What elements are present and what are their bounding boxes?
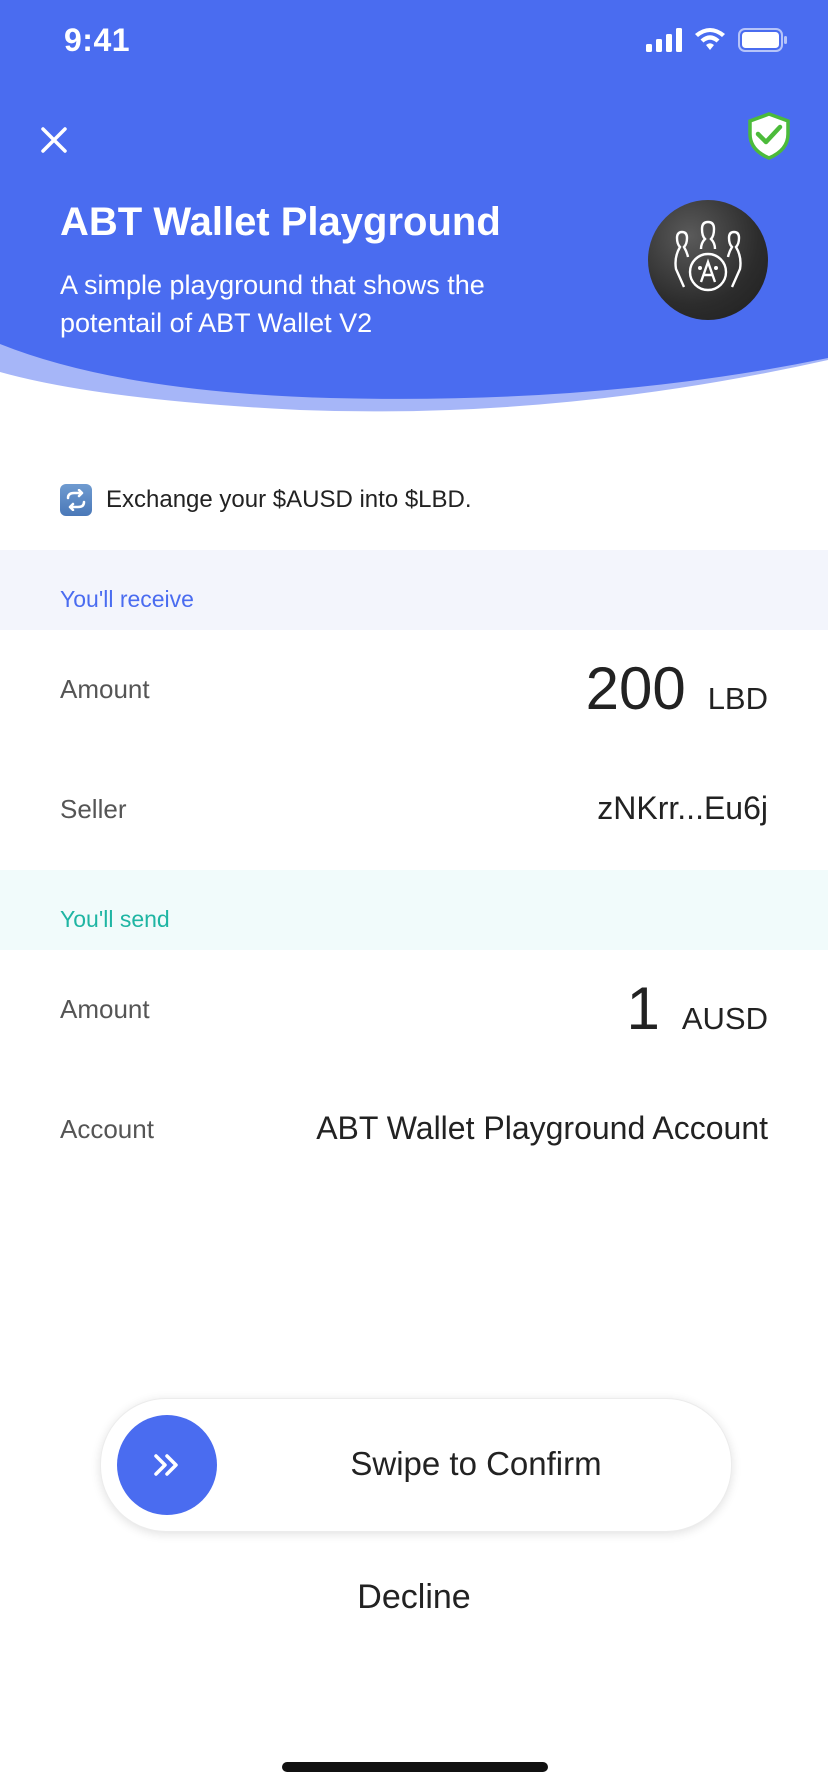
send-amount-label: Amount bbox=[60, 994, 150, 1024]
account-label: Account bbox=[60, 1114, 154, 1144]
seller-row: Seller zNKrr...Eu6j bbox=[0, 760, 828, 860]
receive-amount-row: Amount 200 LBD bbox=[0, 640, 828, 740]
swipe-to-confirm-slider[interactable]: Swipe to Confirm bbox=[100, 1398, 732, 1532]
send-amount-row: Amount 1 AUSD bbox=[0, 960, 828, 1060]
send-amount-unit: AUSD bbox=[681, 1001, 768, 1036]
send-amount-number: 1 bbox=[626, 975, 660, 1042]
shield-check-icon bbox=[748, 112, 790, 160]
decline-button[interactable]: Decline bbox=[0, 1578, 828, 1617]
receive-amount-value: 200 LBD bbox=[586, 654, 768, 723]
status-icons bbox=[646, 28, 788, 52]
account-value: ABT Wallet Playground Account bbox=[316, 1110, 768, 1146]
exchange-info: Exchange your $AUSD into $LBD. bbox=[60, 484, 472, 516]
receive-section-label: You'll receive bbox=[60, 586, 194, 612]
exchange-arrows-icon bbox=[60, 484, 92, 516]
seller-value: zNKrr...Eu6j bbox=[597, 790, 768, 826]
exchange-text: Exchange your $AUSD into $LBD. bbox=[106, 486, 472, 513]
account-row: Account ABT Wallet Playground Account bbox=[0, 1080, 828, 1180]
double-chevron-right-icon bbox=[154, 1454, 178, 1476]
swipe-label: Swipe to Confirm bbox=[350, 1445, 602, 1482]
receive-amount-unit: LBD bbox=[707, 681, 768, 716]
swipe-handle[interactable] bbox=[117, 1415, 217, 1515]
close-icon bbox=[41, 127, 67, 153]
send-amount-value: 1 AUSD bbox=[626, 974, 768, 1043]
home-indicator bbox=[282, 1762, 548, 1772]
receive-section-header: You'll receive bbox=[0, 550, 828, 630]
app-logo bbox=[648, 200, 768, 320]
header: 9:41 ABT Wallet Playground A simple play… bbox=[0, 0, 828, 440]
close-button[interactable] bbox=[30, 116, 78, 164]
receive-amount-label: Amount bbox=[60, 674, 150, 704]
seller-label: Seller bbox=[60, 794, 127, 824]
app-title: ABT Wallet Playground bbox=[60, 200, 501, 244]
receive-amount-number: 200 bbox=[585, 655, 686, 722]
app-description: A simple playground that shows the poten… bbox=[60, 270, 485, 338]
send-section-label: You'll send bbox=[60, 906, 170, 932]
send-section-header: You'll send bbox=[0, 870, 828, 950]
status-time: 9:41 bbox=[64, 22, 131, 58]
bowling-pins-icon bbox=[674, 220, 742, 292]
signal-icon bbox=[646, 28, 682, 52]
battery-icon bbox=[738, 28, 787, 52]
wifi-icon bbox=[695, 28, 725, 50]
